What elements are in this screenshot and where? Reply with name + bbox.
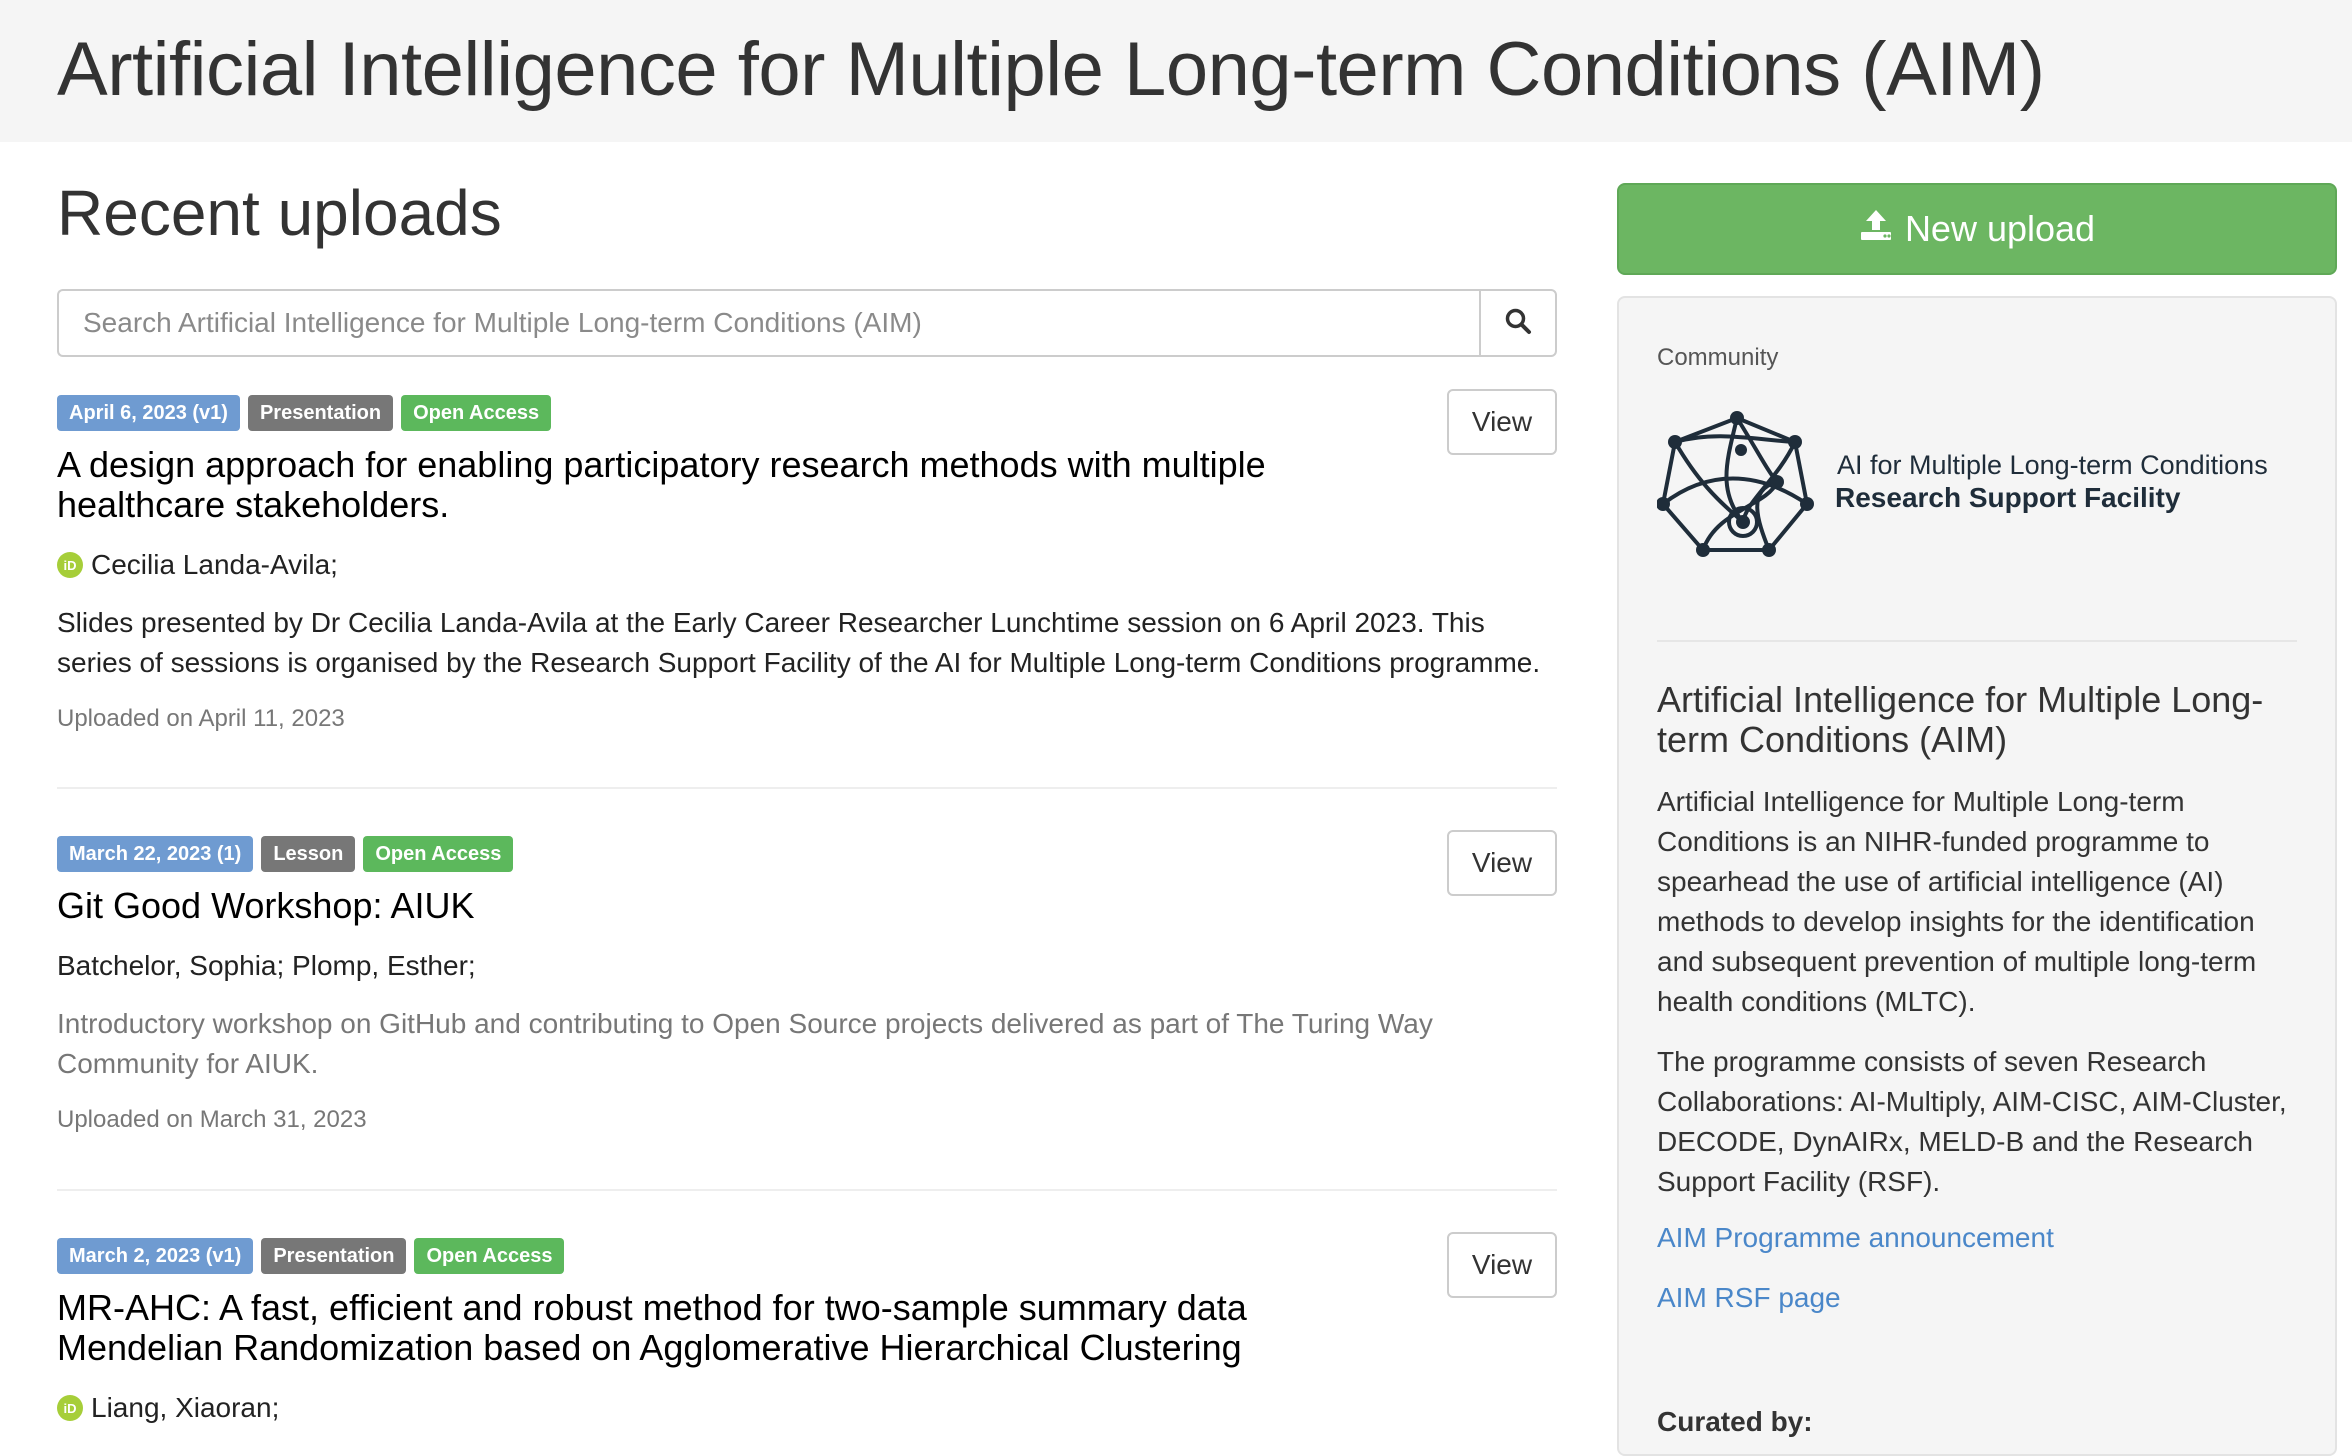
record-labels: March 22, 2023 (1) Lesson Open Access <box>57 836 1557 872</box>
view-button[interactable]: View <box>1447 830 1557 896</box>
access-badge[interactable]: Open Access <box>401 395 552 431</box>
record-divider <box>57 787 1557 789</box>
orcid-icon[interactable]: iD <box>57 1395 83 1421</box>
new-upload-label: New upload <box>1904 208 2096 249</box>
record-item: April 6, 2023 (v1) Presentation Open Acc… <box>57 389 1557 733</box>
record-description: Introductory workshop on GitHub and cont… <box>57 1008 1433 1079</box>
programme-announcement-link[interactable]: AIM Programme announcement <box>1657 1222 2054 1254</box>
upload-date: Uploaded on March 31, 2023 <box>57 1106 367 1133</box>
type-badge[interactable]: Presentation <box>261 1238 407 1274</box>
view-button[interactable]: View <box>1447 389 1557 455</box>
view-button[interactable]: View <box>1447 1232 1557 1298</box>
record-creators: iD Liang, Xiaoran; <box>57 1392 1557 1424</box>
access-badge[interactable]: Open Access <box>363 836 514 872</box>
rsf-page-link[interactable]: AIM RSF page <box>1657 1282 1841 1314</box>
search-icon <box>1504 307 1532 340</box>
record-creators: Batchelor, Sophia; Plomp, Esther; <box>57 950 1557 982</box>
network-logo-icon <box>1657 411 1814 557</box>
section-title: Recent uploads <box>57 177 502 249</box>
record-description: Slides presented by Dr Cecilia Landa-Avi… <box>57 607 1541 678</box>
record-title[interactable]: Git Good Workshop: AIUK <box>57 886 1357 926</box>
creator-names[interactable]: Batchelor, Sophia; Plomp, Esther; <box>57 950 476 982</box>
community-collaborations: The programme consists of seven Research… <box>1657 1046 2287 1197</box>
orcid-icon[interactable]: iD <box>57 552 83 578</box>
community-description: Artificial Intelligence for Multiple Lon… <box>1657 786 2257 1017</box>
search-bar <box>57 289 1557 357</box>
creator-names[interactable]: Cecilia Landa-Avila; <box>91 549 338 581</box>
type-badge[interactable]: Lesson <box>261 836 356 872</box>
date-badge[interactable]: March 22, 2023 (1) <box>57 836 254 872</box>
community-title: Artificial Intelligence for Multiple Lon… <box>1657 679 2264 760</box>
search-input[interactable] <box>57 289 1479 357</box>
date-badge[interactable]: April 6, 2023 (v1) <box>57 395 240 431</box>
type-badge[interactable]: Presentation <box>247 395 394 431</box>
record-labels: March 2, 2023 (v1) Presentation Open Acc… <box>57 1238 1557 1274</box>
record-item: March 2, 2023 (v1) Presentation Open Acc… <box>57 1232 1557 1424</box>
community-label: Community <box>1657 344 1779 371</box>
creator-names[interactable]: Liang, Xiaoran; <box>91 1392 279 1424</box>
curated-by-heading: Curated by: <box>1657 1406 1813 1437</box>
record-divider <box>57 1189 1557 1191</box>
new-upload-button[interactable]: New upload <box>1617 183 2337 275</box>
upload-icon <box>1859 208 1893 251</box>
community-header: Artificial Intelligence for Multiple Lon… <box>0 0 2352 142</box>
record-labels: April 6, 2023 (v1) Presentation Open Acc… <box>57 395 1557 431</box>
upload-date: Uploaded on April 11, 2023 <box>57 705 345 732</box>
community-logo: AI for Multiple Long-term Conditions Res… <box>1657 410 2297 560</box>
logo-line-1: AI for Multiple Long-term Conditions <box>1837 450 2268 480</box>
search-button[interactable] <box>1479 289 1557 357</box>
community-panel: Community AI for Multiple Long-term Cond… <box>1617 296 2337 1456</box>
record-title[interactable]: MR-AHC: A fast, efficient and robust met… <box>57 1288 1357 1368</box>
date-badge[interactable]: March 2, 2023 (v1) <box>57 1238 254 1274</box>
record-creators: iD Cecilia Landa-Avila; <box>57 549 1557 581</box>
record-title[interactable]: A design approach for enabling participa… <box>57 445 1357 525</box>
access-badge[interactable]: Open Access <box>414 1238 565 1274</box>
logo-line-2: Research Support Facility <box>1835 482 2181 513</box>
sidebar-divider <box>1657 640 2297 642</box>
record-item: March 22, 2023 (1) Lesson Open Access Vi… <box>57 830 1557 1134</box>
page-title: Artificial Intelligence for Multiple Lon… <box>57 27 2045 112</box>
